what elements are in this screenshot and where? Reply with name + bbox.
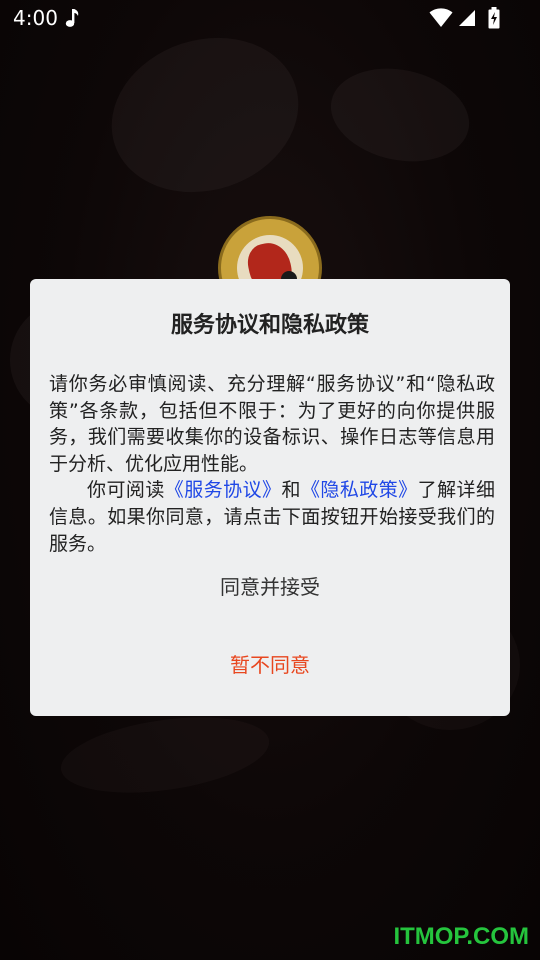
- brush-stroke: [91, 14, 319, 216]
- privacy-policy-link[interactable]: 《隐私政策》: [301, 479, 418, 501]
- links-and: 和: [281, 479, 301, 502]
- service-agreement-link[interactable]: 《服务协议》: [165, 479, 282, 501]
- dialog-title: 服务协议和隐私政策: [170, 313, 369, 338]
- battery-charging-icon: [488, 7, 500, 29]
- brush-stroke: [56, 705, 274, 805]
- site-watermark: ITMOP.COM: [393, 923, 529, 950]
- agree-and-accept-button[interactable]: 同意并接受: [30, 567, 510, 607]
- status-icons: [429, 6, 500, 30]
- dialog-paragraph-links: 你可阅读《服务协议》和《隐私政策》了解详细信息。如果你同意，请点击下面按钮开始接…: [49, 477, 495, 557]
- disagree-button[interactable]: 暂不同意: [30, 645, 510, 685]
- status-time: 4:00: [13, 6, 58, 30]
- links-prefix: 你可阅读: [87, 479, 165, 502]
- wifi-icon: [429, 8, 453, 27]
- status-bar: 4:00: [0, 0, 540, 36]
- dialog-body: 请你务必审慎阅读、充分理解“服务协议”和“隐私政策”各条款，包括但不限于：为了更…: [49, 371, 495, 557]
- brush-stroke: [322, 56, 478, 174]
- cellular-signal-icon: [459, 10, 475, 26]
- dialog-paragraph-intro: 请你务必审慎阅读、充分理解“服务协议”和“隐私政策”各条款，包括但不限于：为了更…: [49, 373, 495, 475]
- music-note-icon: [65, 9, 79, 27]
- privacy-policy-dialog: 服务协议和隐私政策 请你务必审慎阅读、充分理解“服务协议”和“隐私政策”各条款，…: [30, 279, 510, 716]
